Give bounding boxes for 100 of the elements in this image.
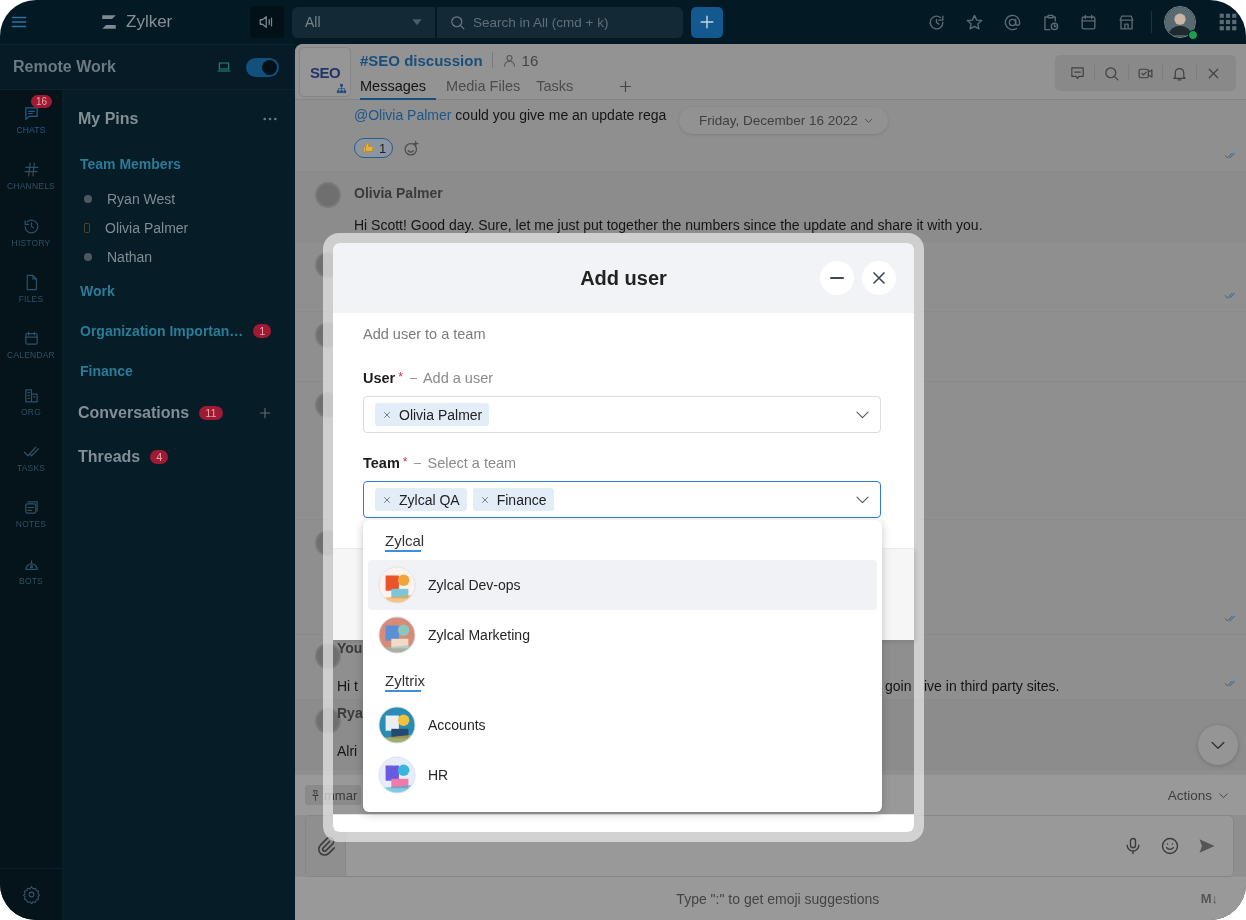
comment-icon[interactable]	[1069, 64, 1086, 82]
message-text: Hi t	[337, 677, 358, 696]
hint-text: Type ":" to get emoji suggestions	[676, 890, 880, 907]
author-name: Rya	[337, 704, 363, 723]
building-icon	[22, 386, 40, 404]
modal-subtitle: Add user to a team	[363, 326, 487, 342]
option-item[interactable]: Zylcal Dev-ops	[368, 560, 877, 610]
star-icon[interactable]	[964, 12, 984, 32]
section-title: My Pins	[78, 110, 139, 128]
search-icon[interactable]	[1103, 64, 1120, 82]
emoji-icon[interactable]	[1160, 836, 1180, 856]
message-text: @Olivia Palmer could you give me an update rega	[354, 106, 667, 125]
mention-link[interactable]: @Olivia Palmer	[354, 107, 452, 123]
minimize-icon	[830, 277, 844, 279]
count-badge: 1	[253, 324, 272, 338]
notes-icon	[22, 499, 40, 517]
avatar	[315, 182, 341, 208]
message-text: Alri	[337, 742, 358, 761]
logo-icon	[100, 13, 118, 31]
add-icon[interactable]	[257, 405, 273, 421]
history-icon	[22, 217, 40, 235]
member-count: 16	[521, 51, 539, 69]
field-label: User * Add a user	[363, 370, 495, 386]
group-link[interactable]: Team Members	[80, 156, 181, 172]
section-title[interactable]: Threads	[78, 448, 141, 466]
scope-dropdown[interactable]: All	[292, 6, 435, 38]
speaker-button[interactable]	[250, 6, 284, 38]
remove-icon[interactable]	[382, 494, 392, 505]
date-pill[interactable]: Friday, December 16 2022	[679, 107, 888, 134]
field-label: Team * Select a team	[363, 455, 518, 471]
search-icon	[449, 13, 466, 31]
member-item[interactable]: Ryan West	[78, 184, 176, 213]
message-text: Hi Scott! Good day. Sure, let me just put together the numbers since the update and share it with you.	[354, 216, 983, 235]
group-heading: Zylcal	[385, 532, 425, 552]
user-avatar[interactable]	[1164, 6, 1196, 38]
hash-icon	[22, 161, 40, 179]
laptop-icon[interactable]	[216, 59, 232, 75]
tab[interactable]: Media Files	[446, 73, 527, 100]
author-name: Olivia Palmer	[354, 184, 443, 203]
tab[interactable]: Messages	[360, 73, 437, 100]
modal-title: Add user	[580, 266, 667, 290]
group-link[interactable]: Finance	[80, 363, 133, 379]
status-dot	[84, 252, 92, 261]
rail-tab[interactable]: CALENDAR	[0, 317, 62, 374]
count-badge: 16	[31, 95, 53, 108]
settings-icon[interactable]	[21, 885, 41, 904]
tag-chip[interactable]: Finance	[472, 488, 554, 511]
option-item[interactable]: HR	[368, 750, 877, 800]
chevron-down-icon	[862, 115, 874, 126]
rail-tab[interactable]: BOTS	[0, 542, 62, 599]
section-title[interactable]: Conversations	[78, 404, 190, 422]
select-field[interactable]: Olivia Palmer	[363, 396, 881, 433]
group-heading: Zyltrix	[385, 672, 425, 692]
status-dot	[84, 194, 92, 203]
remove-icon[interactable]	[479, 494, 490, 505]
count-badge: 11	[199, 406, 223, 420]
chat-icon	[22, 105, 40, 123]
option-item[interactable]: Zylcal Marketing	[368, 610, 877, 660]
group-link[interactable]: Organization Importan…	[80, 323, 244, 339]
actions-button[interactable]: Actions	[1167, 787, 1230, 803]
message-text: goin	[885, 677, 912, 696]
member-item[interactable]: Olivia Palmer	[78, 213, 189, 242]
channel-name[interactable]: #SEO discussion	[360, 51, 483, 69]
remove-icon[interactable]	[382, 409, 392, 420]
members-icon	[501, 52, 517, 68]
rail-tab[interactable]: CHANNELS	[0, 148, 62, 205]
calendar-icon[interactable]	[1078, 12, 1098, 32]
option-item[interactable]: Accounts	[368, 700, 877, 750]
select-field[interactable]: Zylcal QA Finance	[363, 481, 881, 518]
mention-icon[interactable]	[1002, 12, 1022, 32]
thumbs-up-icon	[361, 141, 375, 155]
mobile-icon	[81, 220, 93, 235]
app-name: Zylker	[126, 12, 173, 32]
tab[interactable]: Tasks	[536, 73, 580, 100]
workspace-name: Remote Work	[13, 58, 117, 76]
reaction-chip[interactable]: 1	[354, 138, 394, 158]
minimize-button[interactable]	[820, 261, 854, 295]
pin-icon	[309, 788, 322, 802]
apps-grid-icon[interactable]	[1218, 12, 1238, 32]
rail-tab[interactable]: HISTORY	[0, 204, 62, 261]
member-item[interactable]: Nathan	[78, 242, 153, 271]
calendar-icon	[22, 330, 40, 348]
message-text: ive in third party sites.	[924, 677, 1060, 696]
count-badge: 4	[150, 450, 169, 464]
rail-tab[interactable]: TASKS	[0, 429, 62, 487]
group-link[interactable]: Work	[80, 283, 115, 299]
add-reaction-icon[interactable]	[403, 139, 421, 157]
search-field[interactable]: Search in All (cmd + k)	[437, 6, 683, 38]
rail-tab[interactable]: CHATS 16	[0, 92, 62, 149]
tag-chip[interactable]: Olivia Palmer	[375, 403, 490, 426]
author-name: You	[337, 639, 363, 658]
rail-tab[interactable]: NOTES	[0, 486, 62, 543]
rail-tab[interactable]: FILES	[0, 260, 62, 318]
toggle-switch[interactable]	[246, 57, 279, 77]
tag-chip[interactable]: Zylcal QA	[375, 488, 467, 511]
close-button[interactable]	[862, 261, 896, 295]
rail-tab[interactable]: ORG	[0, 373, 62, 430]
new-button[interactable]	[691, 6, 723, 38]
org-icon	[336, 83, 347, 94]
markdown-label: M↓	[1200, 891, 1218, 906]
